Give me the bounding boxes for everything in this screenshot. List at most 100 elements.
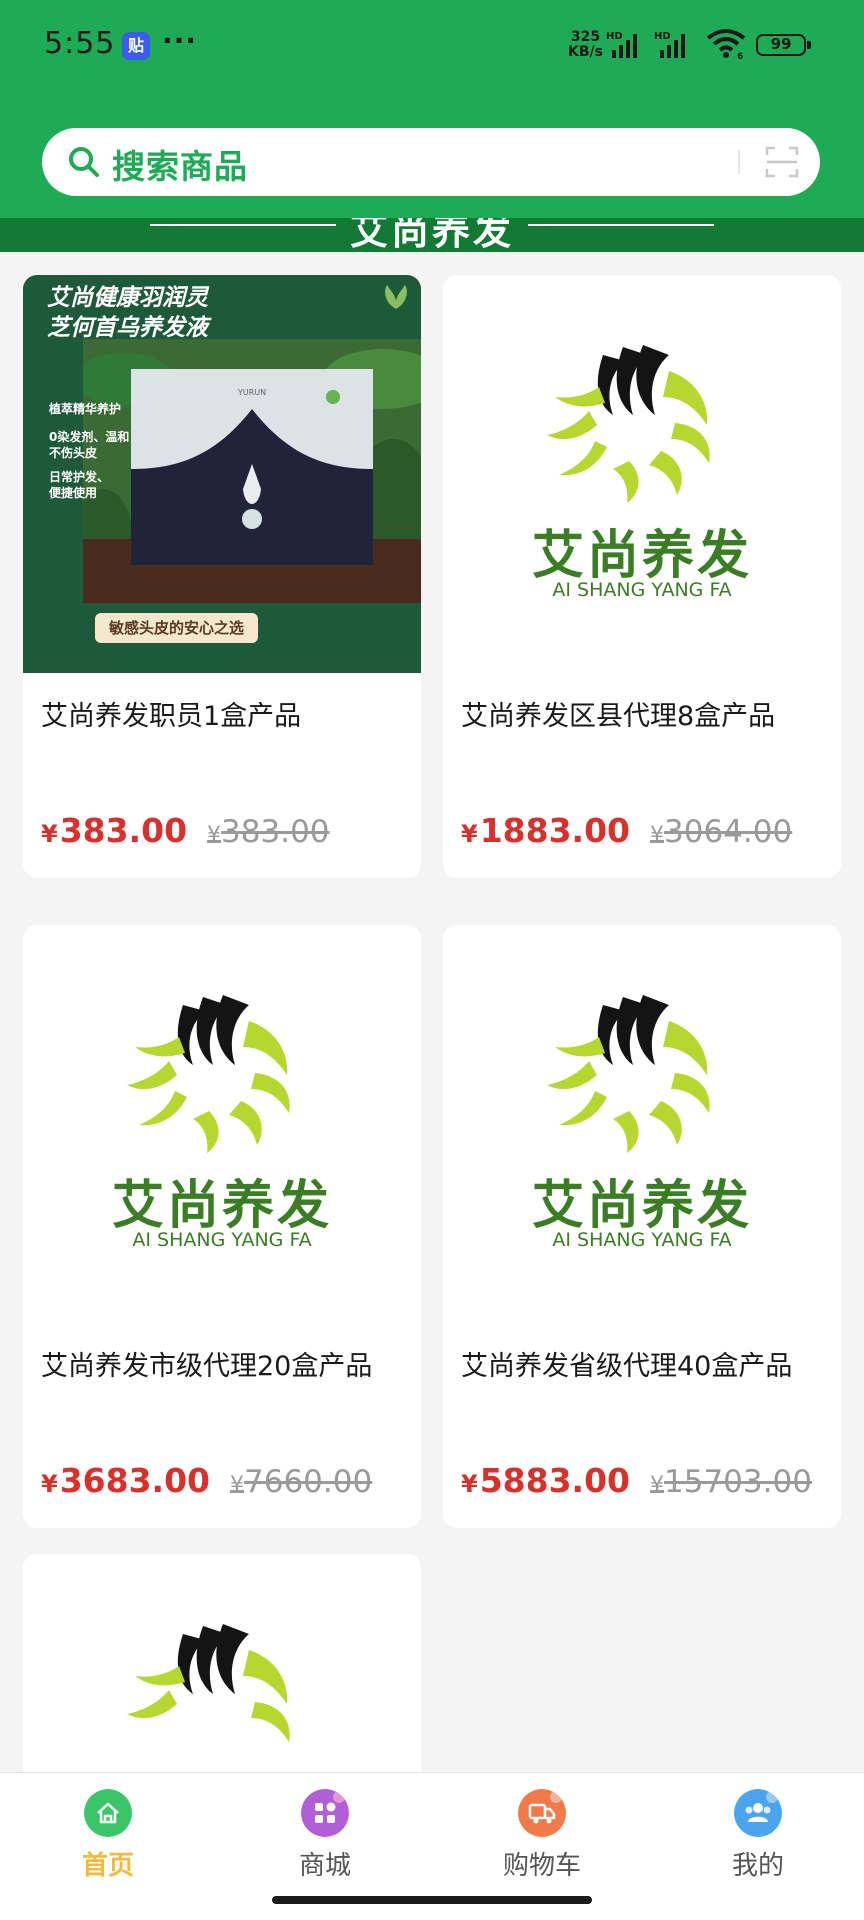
brand-logo-mark	[547, 345, 710, 503]
signal-hd-label-2: HD	[654, 31, 671, 42]
photo-feature-3: 不伤头皮	[49, 446, 98, 460]
product-card[interactable]	[23, 1554, 421, 1794]
brand-logo-mark	[127, 1624, 290, 1742]
original-price-value: 383.00	[221, 814, 330, 850]
brand-mark-icon	[385, 285, 407, 309]
original-price: ¥7660.00	[230, 1464, 372, 1500]
product-card[interactable]: 艾尚健康羽润灵 芝何首乌养发液 YURUN 植萃精华养护 0染发剂、温和 不伤头…	[23, 275, 421, 878]
original-price-value: 7660.00	[244, 1464, 373, 1500]
logo-english-name: AI SHANG YANG FA	[552, 1229, 732, 1251]
currency-symbol: ¥	[41, 1470, 58, 1498]
currency-symbol: ¥	[207, 823, 222, 848]
product-image[interactable]: 艾尚养发 AI SHANG YANG FA	[23, 925, 421, 1323]
brand-logo-mark	[127, 995, 290, 1153]
original-price: ¥15703.00	[650, 1464, 812, 1500]
price-row: ¥5883.00 ¥15703.00	[461, 1461, 812, 1500]
header: 5:55 贴 ··· 325 KB/s HD HD 6 99 搜索商品 艾尚养发	[0, 0, 864, 252]
price-row: ¥1883.00 ¥3064.00	[461, 811, 792, 850]
screen: 5:55 贴 ··· 325 KB/s HD HD 6 99 搜索商品 艾尚养发…	[0, 0, 864, 1920]
current-price: ¥1883.00	[461, 811, 630, 850]
product-image[interactable]: 艾尚健康羽润灵 芝何首乌养发液 YURUN 植萃精华养护 0染发剂、温和 不伤头…	[23, 275, 421, 673]
logo-swirl	[547, 995, 710, 1153]
search-input[interactable]: 搜索商品	[112, 140, 248, 188]
product-title[interactable]: 艾尚养发省级代理40盒产品	[461, 1343, 823, 1391]
cell-signal-icon: HD	[606, 31, 637, 58]
network-speed-unit: KB/s	[568, 44, 603, 60]
banner-title: 艾尚养发	[349, 218, 514, 252]
currency-symbol: ¥	[650, 1473, 665, 1498]
current-price-value: 383.00	[59, 811, 188, 850]
photo-headline-1: 艾尚健康羽润灵	[47, 285, 208, 311]
banner-right-line	[528, 224, 714, 226]
product-card[interactable]: 艾尚养发 AI SHANG YANG FA 艾尚养发省级代理40盒产品 ¥588…	[443, 925, 841, 1528]
logo-swirl	[127, 1624, 290, 1742]
brand-logo: 艾尚养发 AI SHANG YANG FA	[443, 275, 841, 673]
price-row: ¥383.00 ¥383.00	[41, 811, 330, 850]
current-price: ¥383.00	[41, 811, 187, 850]
photo-feature-2: 0染发剂、温和	[49, 430, 130, 444]
nav-mall-label: 商城	[298, 1851, 351, 1881]
original-price: ¥3064.00	[650, 814, 792, 850]
product-photo: YURUN	[83, 339, 421, 603]
brand-logo-mark	[547, 995, 710, 1153]
status-time: 5:55	[44, 26, 116, 61]
logo-chinese-name: 艾尚养发	[111, 1176, 332, 1236]
nav-profile[interactable]: 我的	[688, 1789, 828, 1889]
photo-feature-4: 日常护发、	[49, 470, 110, 484]
currency-symbol: ¥	[230, 1473, 245, 1498]
home-indicator[interactable]	[272, 1896, 592, 1904]
photo-headline: 艾尚健康羽润灵 芝何首乌养发液	[47, 283, 208, 343]
brand-logo: 艾尚养发 AI SHANG YANG FA	[443, 925, 841, 1323]
search-bar[interactable]: 搜索商品	[42, 128, 820, 196]
product-card[interactable]: 艾尚养发 AI SHANG YANG FA 艾尚养发区县代理8盒产品 ¥1883…	[443, 275, 841, 878]
product-title[interactable]: 艾尚养发区县代理8盒产品	[461, 693, 823, 741]
current-price-value: 3683.00	[59, 1461, 211, 1500]
nav-home[interactable]: 首页	[38, 1789, 178, 1889]
current-price: ¥5883.00	[461, 1461, 630, 1500]
box-brand: YURUN	[237, 388, 266, 397]
network-speed-value: 325	[570, 29, 601, 45]
photo-feature-5: 便捷使用	[49, 486, 98, 500]
logo-english-name: AI SHANG YANG FA	[552, 579, 732, 601]
wifi-badge: 6	[737, 52, 743, 60]
currency-symbol: ¥	[461, 1470, 478, 1498]
mall-grid-icon	[301, 1789, 349, 1837]
product-image[interactable]: 艾尚养发 AI SHANG YANG FA	[443, 925, 841, 1323]
product-image[interactable]	[23, 1554, 421, 1794]
product-photo-art: YURUN	[83, 339, 421, 603]
current-price: ¥3683.00	[41, 1461, 210, 1500]
wifi-icon: 6	[706, 29, 746, 60]
brand-logo: 艾尚养发 AI SHANG YANG FA	[23, 925, 421, 1323]
home-icon	[84, 1789, 132, 1837]
battery-icon: 99	[756, 34, 811, 56]
scan-icon[interactable]	[764, 144, 800, 180]
logo-swirl	[127, 995, 290, 1153]
user-group-icon	[734, 1789, 782, 1837]
original-price-value: 15703.00	[664, 1464, 812, 1500]
search-icon	[69, 147, 99, 177]
search-divider	[738, 150, 740, 174]
status-bar: 5:55 贴 ··· 325 KB/s HD HD 6 99	[0, 0, 864, 90]
currency-symbol: ¥	[650, 823, 665, 848]
more-notifications-icon: ···	[162, 24, 197, 57]
logo-swirl	[547, 345, 710, 503]
category-banner: 艾尚养发	[0, 218, 864, 252]
original-price: ¥383.00	[207, 814, 329, 850]
product-card[interactable]: 艾尚养发 AI SHANG YANG FA 艾尚养发市级代理20盒产品 ¥368…	[23, 925, 421, 1528]
current-price-value: 5883.00	[479, 1461, 631, 1500]
notification-app-icon: 贴	[122, 32, 150, 60]
nav-cart-label: 购物车	[502, 1851, 581, 1881]
nav-cart[interactable]: 购物车	[472, 1789, 612, 1889]
product-title[interactable]: 艾尚养发市级代理20盒产品	[41, 1343, 403, 1391]
photo-feature-1: 植萃精华养护	[49, 402, 122, 416]
nav-mall[interactable]: 商城	[255, 1789, 395, 1889]
brand-logo	[23, 1554, 421, 1794]
currency-symbol: ¥	[41, 820, 58, 848]
product-title[interactable]: 艾尚养发职员1盒产品	[41, 693, 403, 741]
logo-english-name: AI SHANG YANG FA	[132, 1229, 312, 1251]
logo-chinese-name: 艾尚养发	[531, 1176, 752, 1236]
network-speed: 325 KB/s	[568, 30, 603, 60]
nav-home-label: 首页	[81, 1851, 134, 1881]
product-image[interactable]: 艾尚养发 AI SHANG YANG FA	[443, 275, 841, 673]
currency-symbol: ¥	[461, 820, 478, 848]
